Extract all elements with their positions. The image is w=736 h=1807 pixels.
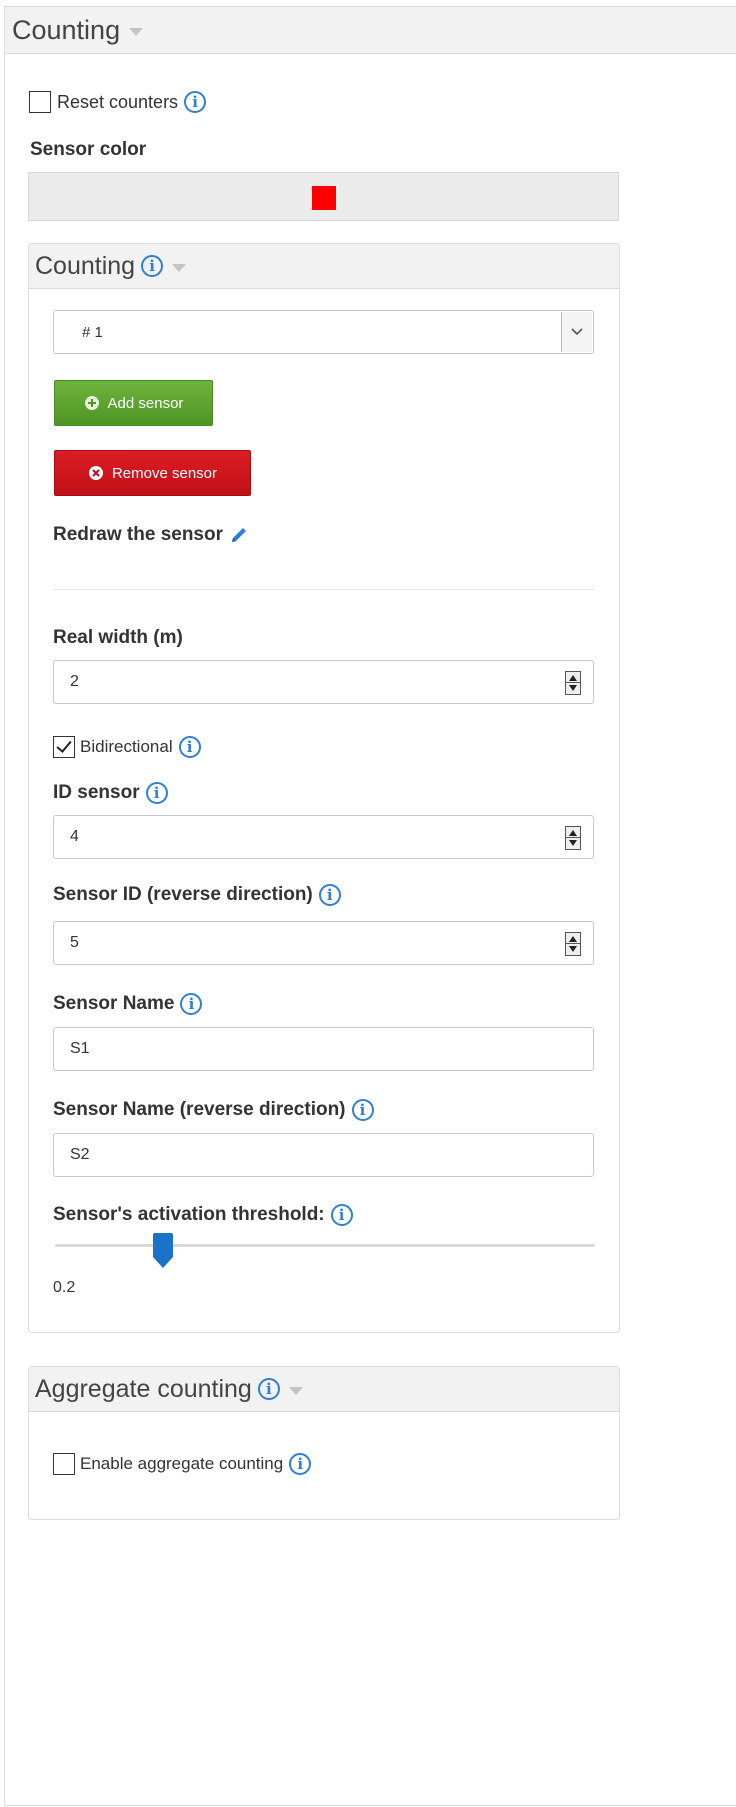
remove-sensor-label: Remove sensor bbox=[111, 464, 218, 482]
threshold-label-row: Sensor's activation threshold: i bbox=[53, 1204, 353, 1226]
number-stepper[interactable] bbox=[565, 932, 581, 956]
reset-counters-row: Reset counters i bbox=[29, 91, 207, 113]
plus-circle-icon bbox=[84, 396, 99, 410]
info-icon[interactable]: i bbox=[351, 1099, 374, 1121]
caret-down-icon[interactable] bbox=[288, 1387, 303, 1395]
redraw-sensor-row[interactable]: Redraw the sensor bbox=[53, 524, 249, 546]
id-sensor-label-row: ID sensor i bbox=[53, 782, 168, 804]
info-icon[interactable]: i bbox=[330, 1204, 353, 1226]
sensor-id-reverse-input[interactable]: 5 bbox=[53, 921, 594, 965]
enable-aggregate-checkbox[interactable] bbox=[53, 1453, 75, 1475]
sensor-name-reverse-input[interactable]: S2 bbox=[53, 1133, 594, 1177]
sensor-name-reverse-label-row: Sensor Name (reverse direction) i bbox=[53, 1099, 374, 1121]
caret-down-icon[interactable] bbox=[172, 264, 187, 272]
color-swatch[interactable] bbox=[312, 186, 336, 210]
sensor-color-label: Sensor color bbox=[30, 139, 147, 160]
reset-counters-checkbox[interactable] bbox=[29, 91, 51, 113]
add-sensor-label: Add sensor bbox=[107, 394, 184, 412]
sensor-id-reverse-label-row: Sensor ID (reverse direction) i bbox=[53, 884, 341, 906]
enable-aggregate-row: Enable aggregate counting i bbox=[53, 1453, 312, 1475]
real-width-value: 2 bbox=[70, 673, 79, 690]
add-sensor-button[interactable]: Add sensor bbox=[54, 380, 213, 426]
info-icon[interactable]: i bbox=[289, 1453, 312, 1475]
sensor-color-picker[interactable] bbox=[28, 172, 619, 221]
sensor-name-label: Sensor Name bbox=[53, 993, 175, 1014]
bidirectional-checkbox[interactable] bbox=[53, 736, 75, 758]
info-icon[interactable]: i bbox=[257, 1378, 280, 1400]
counting-panel-title: Counting bbox=[35, 251, 136, 280]
counting-section: Counting Reset counters i Sensor color C… bbox=[4, 6, 736, 1806]
slider-handle[interactable] bbox=[152, 1233, 174, 1269]
info-icon[interactable]: i bbox=[178, 736, 201, 758]
real-width-input[interactable]: 2 bbox=[53, 660, 594, 704]
sensor-name-input[interactable]: S1 bbox=[53, 1027, 594, 1071]
threshold-value: 0.2 bbox=[53, 1279, 76, 1296]
info-icon[interactable]: i bbox=[141, 255, 164, 277]
id-sensor-input[interactable]: 4 bbox=[53, 815, 594, 859]
chevron-down-icon[interactable] bbox=[561, 312, 592, 352]
aggregate-counting-panel: Aggregate counting i Enable aggregate co… bbox=[28, 1366, 620, 1520]
info-icon[interactable]: i bbox=[318, 884, 341, 906]
number-stepper[interactable] bbox=[565, 826, 581, 850]
bidirectional-row: Bidirectional i bbox=[53, 736, 201, 758]
bidirectional-label: Bidirectional bbox=[80, 737, 173, 756]
counting-section-title: Counting bbox=[12, 14, 121, 45]
id-sensor-value: 4 bbox=[70, 828, 79, 845]
counting-section-header[interactable]: Counting bbox=[5, 7, 736, 54]
sensor-name-value: S1 bbox=[70, 1040, 90, 1057]
info-icon[interactable]: i bbox=[145, 782, 168, 804]
reset-counters-label: Reset counters bbox=[57, 91, 179, 112]
sensor-id-reverse-value: 5 bbox=[70, 934, 79, 951]
divider bbox=[53, 589, 594, 590]
enable-aggregate-label: Enable aggregate counting bbox=[80, 1454, 284, 1473]
sensor-select[interactable]: # 1 bbox=[53, 310, 594, 354]
aggregate-counting-header[interactable]: Aggregate counting i bbox=[29, 1367, 619, 1412]
info-icon[interactable]: i bbox=[184, 91, 207, 113]
pencil-icon[interactable] bbox=[229, 525, 249, 545]
aggregate-counting-title: Aggregate counting bbox=[35, 1374, 252, 1403]
sensor-id-reverse-label: Sensor ID (reverse direction) bbox=[53, 884, 313, 905]
counting-panel-header[interactable]: Counting i bbox=[29, 244, 619, 289]
remove-sensor-button[interactable]: Remove sensor bbox=[54, 450, 251, 496]
caret-down-icon[interactable] bbox=[129, 28, 144, 36]
sensor-name-label-row: Sensor Name i bbox=[53, 993, 203, 1015]
threshold-slider[interactable] bbox=[55, 1233, 595, 1274]
sensor-name-reverse-label: Sensor Name (reverse direction) bbox=[53, 1099, 346, 1120]
id-sensor-label: ID sensor bbox=[53, 782, 140, 803]
slider-track bbox=[55, 1244, 595, 1247]
real-width-label: Real width (m) bbox=[53, 627, 183, 648]
counting-panel: Counting i # 1 Add sensor Remove sensor … bbox=[28, 243, 620, 1333]
sensor-select-value: # 1 bbox=[82, 323, 103, 341]
sensor-name-reverse-value: S2 bbox=[70, 1146, 90, 1163]
redraw-sensor-label: Redraw the sensor bbox=[53, 524, 223, 545]
info-icon[interactable]: i bbox=[180, 993, 203, 1015]
threshold-label: Sensor's activation threshold: bbox=[53, 1204, 325, 1225]
x-circle-icon bbox=[88, 466, 103, 480]
number-stepper[interactable] bbox=[565, 671, 581, 695]
